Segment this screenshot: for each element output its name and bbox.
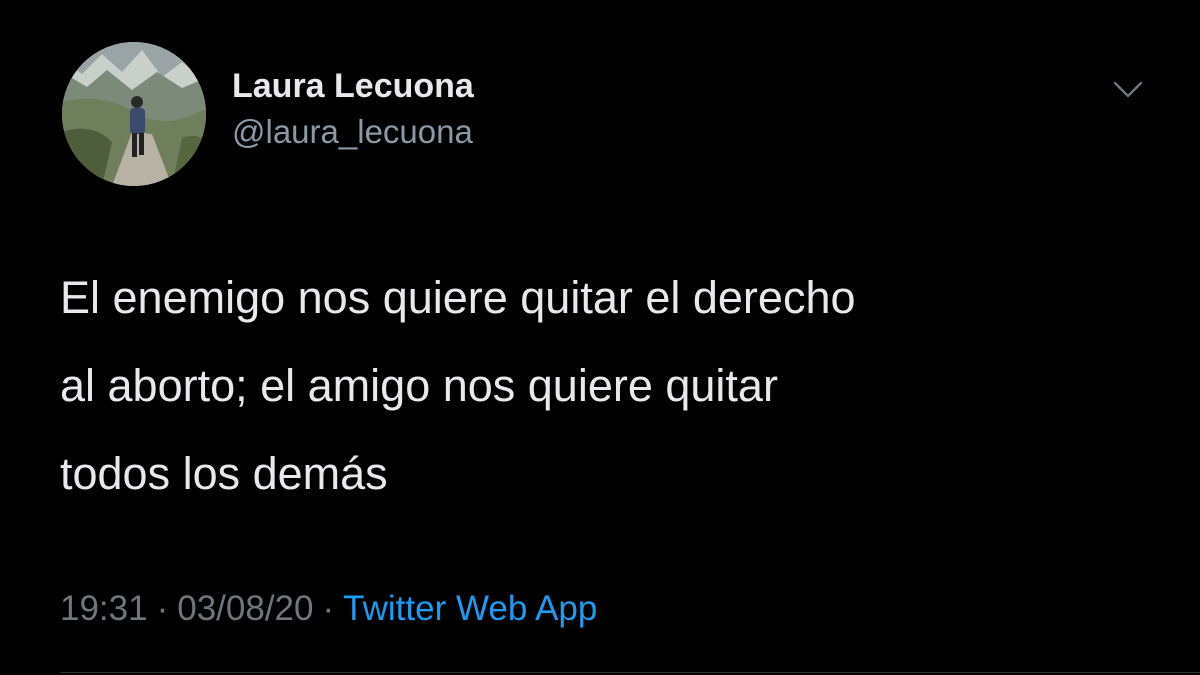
tweet-time[interactable]: 19:31 [60,589,148,628]
tweet-card: Laura Lecuona @laura_lecuona El enemigo … [0,0,1200,675]
tweet-text: El enemigo nos quiere quitar el derecho … [60,272,856,499]
more-options-button[interactable] [1104,70,1152,110]
username-handle[interactable]: @laura_lecuona [232,110,474,154]
source-link[interactable]: Twitter Web App [343,589,597,628]
divider [60,672,1200,673]
meta-separator: · [322,589,335,628]
tweet-metadata: 19:31 · 03/08/20 · Twitter Web App [60,585,597,633]
author-info: Laura Lecuona @laura_lecuona [232,64,474,154]
display-name[interactable]: Laura Lecuona [232,64,474,108]
chevron-down-icon [1113,81,1143,98]
avatar-photo [62,42,206,186]
tweet-date[interactable]: 03/08/20 [177,589,313,628]
meta-separator: · [156,589,169,628]
avatar[interactable] [62,42,206,186]
